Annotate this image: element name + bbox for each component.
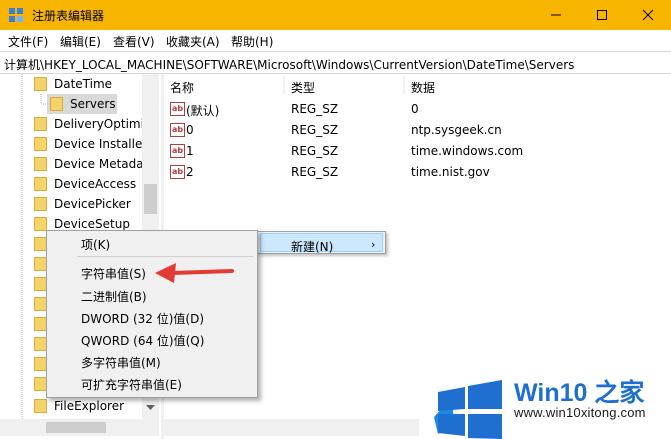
tree-horizontal-scrollbar[interactable] (0, 419, 159, 436)
value-name: 0 (186, 123, 194, 137)
tree-item-deviceaccess[interactable]: DeviceAccess (0, 174, 158, 194)
folder-icon (34, 197, 47, 211)
value-type: REG_SZ (291, 123, 339, 137)
list-horizontal-scrollbar[interactable] (164, 419, 419, 436)
folder-icon (34, 157, 47, 171)
close-button[interactable] (625, 0, 671, 30)
address-path: 计算机\HKEY_LOCAL_MACHINE\SOFTWARE\Microsof… (4, 58, 575, 72)
reg-string-icon: ab (170, 144, 185, 158)
tree-item-label: Servers (70, 97, 116, 111)
list-row[interactable]: ab 1 REG_SZ time.windows.com (164, 141, 671, 162)
folder-icon (50, 97, 63, 111)
folder-icon (34, 117, 47, 131)
scrollbar-thumb[interactable] (144, 184, 157, 214)
menu-bar: 文件(F) 编辑(E) 查看(V) 收藏夹(A) 帮助(H) (0, 30, 671, 51)
maximize-icon (597, 10, 607, 20)
tree-item-datetime[interactable]: DateTime (0, 74, 158, 94)
chevron-down-icon[interactable] (146, 405, 155, 411)
maximize-button[interactable] (579, 0, 625, 30)
tree-item-label: DeviceSetup (54, 217, 130, 231)
watermark-brand: Win10 之家 (514, 379, 645, 407)
tree-item-devicepicker[interactable]: DevicePicker (0, 194, 158, 214)
tree-item-deliveryoptimization[interactable]: DeliveryOptimiz (0, 114, 158, 134)
context-menu: 新建(N) › (257, 231, 386, 254)
menu-separator (77, 256, 253, 257)
menu-favorites[interactable]: 收藏夹(A) (166, 33, 220, 50)
tree-item-label: DeviceAccess (54, 177, 137, 191)
value-type: REG_SZ (291, 165, 339, 179)
menu-file[interactable]: 文件(F) (8, 33, 48, 50)
value-name: (默认) (186, 104, 220, 118)
reg-string-icon: ab (170, 123, 185, 137)
new-submenu: 项(K) 字符串值(S) 二进制值(B) DWORD (32 位)值(D) QW… (46, 230, 258, 398)
address-bar[interactable]: 计算机\HKEY_LOCAL_MACHINE\SOFTWARE\Microsof… (0, 51, 671, 74)
value-data: time.windows.com (411, 144, 524, 158)
value-type: REG_SZ (291, 144, 339, 158)
window-title: 注册表编辑器 (32, 9, 105, 23)
value-data: time.nist.gov (411, 165, 490, 179)
column-dividers (283, 76, 405, 94)
reg-string-icon: ab (170, 102, 185, 116)
menu-item-new-label: 新建(N) (291, 240, 334, 254)
tree-item-servers[interactable]: Servers (0, 94, 158, 114)
reg-string-icon: ab (170, 165, 185, 179)
menu-help[interactable]: 帮助(H) (231, 33, 273, 50)
watermark-url: www.win10xitong.com (514, 405, 646, 420)
menu-item-new[interactable]: 新建(N) › (260, 233, 383, 254)
folder-icon (34, 399, 47, 413)
submenu-item-expandable-string-value[interactable]: 可扩充字符串值(E) (81, 376, 182, 393)
tree-item-fileexplorer[interactable]: FileExplorer (0, 396, 158, 416)
tree-item-device-installer[interactable]: Device Installer (0, 134, 158, 154)
menu-edit[interactable]: 编辑(E) (60, 33, 101, 50)
folder-icon (34, 217, 47, 231)
scrollbar-thumb[interactable] (46, 422, 106, 433)
value-name: 2 (186, 165, 194, 179)
submenu-item-multi-string-value[interactable]: 多字符串值(M) (81, 354, 161, 371)
list-row[interactable]: ab (默认) REG_SZ 0 (164, 99, 671, 120)
minimize-icon (551, 14, 561, 16)
tree-item-device-metadata[interactable]: Device Metada (0, 154, 158, 174)
regedit-icon (9, 8, 23, 22)
value-data: ntp.sysgeek.cn (411, 123, 502, 137)
value-name: 1 (186, 144, 194, 158)
submenu-item-dword-value[interactable]: DWORD (32 位)值(D) (81, 310, 204, 327)
menu-view[interactable]: 查看(V) (113, 33, 155, 50)
tree-item-label: Device Metada (54, 157, 144, 171)
red-arrow-annotation (155, 263, 234, 283)
tree-item-label: DeliveryOptimiz (54, 117, 151, 131)
submenu-item-key[interactable]: 项(K) (81, 236, 110, 253)
folder-icon (34, 77, 47, 91)
value-data: 0 (411, 102, 419, 116)
chevron-right-icon: › (371, 238, 376, 251)
submenu-item-binary-value[interactable]: 二进制值(B) (81, 288, 147, 305)
tree-item-label: DevicePicker (54, 197, 131, 211)
tree-item-label: DateTime (54, 77, 113, 91)
list-row[interactable]: ab 0 REG_SZ ntp.sysgeek.cn (164, 120, 671, 141)
tree-item-label: FileExplorer (54, 399, 125, 413)
minimize-button[interactable] (533, 0, 579, 30)
list-row[interactable]: ab 2 REG_SZ time.nist.gov (164, 162, 671, 183)
folder-icon (34, 177, 47, 191)
value-type: REG_SZ (291, 102, 339, 116)
close-icon (642, 9, 654, 21)
submenu-item-qword-value[interactable]: QWORD (64 位)值(Q) (81, 332, 204, 349)
title-bar: 注册表编辑器 (0, 0, 671, 30)
folder-icon (34, 137, 47, 151)
submenu-item-string-value[interactable]: 字符串值(S) (81, 265, 146, 282)
tree-item-label: Device Installer (54, 137, 148, 151)
